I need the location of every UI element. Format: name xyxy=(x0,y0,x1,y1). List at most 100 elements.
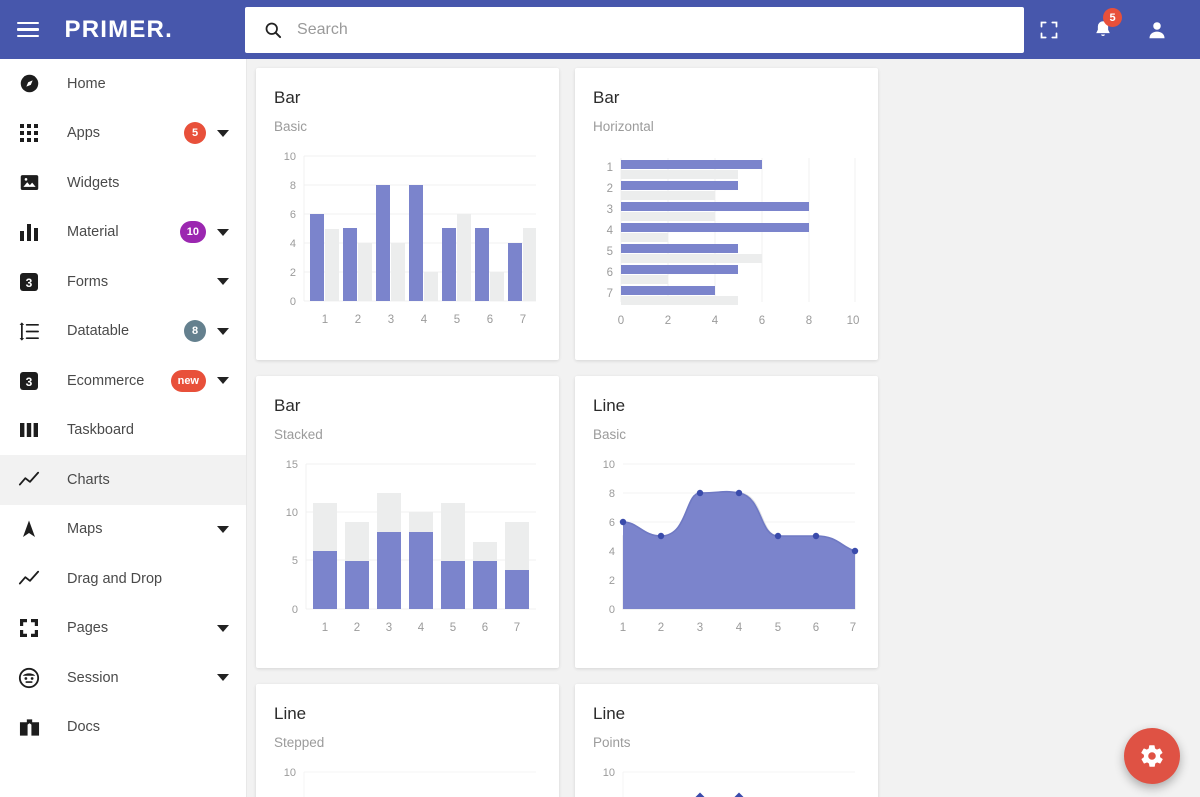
hamburger-menu-icon[interactable] xyxy=(0,0,57,59)
charts-main-content: Bar Basic 1086 420 xyxy=(247,59,1200,797)
sidebar-item-taskboard[interactable]: Taskboard xyxy=(0,406,246,456)
sidebar-item-docs[interactable]: Docs xyxy=(0,703,246,753)
top-header: PRIMER. 5 xyxy=(0,0,1200,59)
svg-text:10: 10 xyxy=(286,507,298,519)
svg-text:3: 3 xyxy=(26,375,33,389)
svg-text:2: 2 xyxy=(658,622,664,634)
bar-stacked-chart[interactable]: 151050 xyxy=(274,452,541,647)
svg-text:4: 4 xyxy=(607,225,614,237)
sidebar-item-session[interactable]: Session xyxy=(0,653,246,703)
notifications-button[interactable]: 5 xyxy=(1078,0,1128,59)
card-subtitle: Stepped xyxy=(274,735,541,750)
svg-text:3: 3 xyxy=(386,622,392,634)
svg-text:0: 0 xyxy=(292,604,298,616)
line-points-chart[interactable]: 1086 420 xyxy=(593,760,860,797)
card-subtitle: Horizontal xyxy=(593,119,860,134)
card-subtitle: Points xyxy=(593,735,860,750)
sidebar-item-label: Session xyxy=(67,670,216,686)
sidebar-item-label: Taskboard xyxy=(67,422,230,438)
sidebar-item-label: Pages xyxy=(67,620,216,636)
svg-text:5: 5 xyxy=(450,622,456,634)
svg-text:10: 10 xyxy=(603,767,615,779)
list-lines-icon xyxy=(14,321,44,342)
sidebar-item-label: Ecommerce xyxy=(67,373,171,389)
settings-fab-button[interactable] xyxy=(1124,728,1180,784)
sidebar-item-label: Charts xyxy=(67,472,230,488)
grid-apps-icon xyxy=(14,123,44,143)
chevron-down-icon[interactable] xyxy=(216,229,230,236)
brand-logo[interactable]: PRIMER. xyxy=(65,16,241,44)
line-chart-icon xyxy=(14,469,44,491)
svg-text:4: 4 xyxy=(609,546,615,558)
svg-text:4: 4 xyxy=(736,622,743,634)
form-number-icon: 3 xyxy=(14,272,44,292)
line-stepped-chart[interactable]: 1086 420 xyxy=(274,760,541,797)
user-avatar-icon[interactable] xyxy=(1132,0,1182,59)
notification-badge: 5 xyxy=(1103,8,1122,27)
svg-text:3: 3 xyxy=(697,622,703,634)
columns-icon xyxy=(14,420,44,440)
sidebar-item-charts[interactable]: Charts xyxy=(0,455,246,505)
sidebar-item-ecommerce[interactable]: 3 Ecommerce new xyxy=(0,356,246,406)
line-basic-chart[interactable]: 1086 420 xyxy=(593,452,860,647)
svg-text:0: 0 xyxy=(618,315,624,327)
chart-card-bar-basic: Bar Basic 1086 420 xyxy=(256,68,559,360)
search-icon xyxy=(263,20,283,40)
svg-text:10: 10 xyxy=(284,767,296,779)
svg-text:6: 6 xyxy=(482,622,488,634)
app-root: PRIMER. 5 xyxy=(0,0,1200,797)
chevron-down-icon[interactable] xyxy=(216,130,230,137)
search-bar[interactable] xyxy=(245,7,1024,53)
sidebar-item-pages[interactable]: Pages xyxy=(0,604,246,654)
compass-icon xyxy=(14,73,44,94)
sidebar-item-drag-and-drop[interactable]: Drag and Drop xyxy=(0,554,246,604)
bar-basic-chart[interactable]: 1086 420 xyxy=(274,144,541,339)
svg-text:6: 6 xyxy=(759,315,765,327)
sidebar-item-material[interactable]: Material 10 xyxy=(0,208,246,258)
svg-text:4: 4 xyxy=(712,315,719,327)
chevron-down-icon[interactable] xyxy=(216,278,230,285)
svg-text:8: 8 xyxy=(806,315,812,327)
svg-text:0: 0 xyxy=(290,296,296,308)
sidebar-item-maps[interactable]: Maps xyxy=(0,505,246,555)
image-icon xyxy=(14,172,44,193)
chevron-down-icon[interactable] xyxy=(216,328,230,335)
sidebar-badge: 5 xyxy=(184,122,206,144)
card-title: Line xyxy=(274,704,541,724)
chart-card-line-points: Line Points 1086 420 xyxy=(575,684,878,797)
chart-card-line-stepped: Line Stepped 1086 420 xyxy=(256,684,559,797)
sidebar-item-widgets[interactable]: Widgets xyxy=(0,158,246,208)
card-title: Line xyxy=(593,396,860,416)
chart-card-bar-stacked: Bar Stacked 151050 xyxy=(256,376,559,668)
sidebar-item-label: Maps xyxy=(67,521,216,537)
chevron-down-icon[interactable] xyxy=(216,674,230,681)
svg-text:5: 5 xyxy=(607,246,613,258)
sidebar-item-datatable[interactable]: Datatable 8 xyxy=(0,307,246,357)
chevron-down-icon[interactable] xyxy=(216,377,230,384)
sidebar-item-forms[interactable]: 3 Forms xyxy=(0,257,246,307)
card-title: Bar xyxy=(274,88,541,108)
chevron-down-icon[interactable] xyxy=(216,526,230,533)
search-input[interactable] xyxy=(297,7,1006,53)
bar-chart-icon xyxy=(14,222,44,242)
svg-text:6: 6 xyxy=(813,622,819,634)
svg-text:1: 1 xyxy=(322,314,328,326)
card-subtitle: Stacked xyxy=(274,427,541,442)
bar-horizontal-chart[interactable]: 1234 567 xyxy=(593,144,860,339)
sidebar-item-label: Material xyxy=(67,224,180,240)
sidebar-item-label: Drag and Drop xyxy=(67,571,230,587)
fullscreen-icon[interactable] xyxy=(1024,0,1074,59)
sidebar-badge: new xyxy=(171,370,206,392)
sidebar-item-home[interactable]: Home xyxy=(0,59,246,109)
chevron-down-icon[interactable] xyxy=(216,625,230,632)
sidebar-badge: 8 xyxy=(184,320,206,342)
svg-text:7: 7 xyxy=(520,314,526,326)
svg-text:4: 4 xyxy=(421,314,428,326)
charts-grid: Bar Basic 1086 420 xyxy=(256,68,1191,797)
sidebar-item-apps[interactable]: Apps 5 xyxy=(0,109,246,159)
svg-text:10: 10 xyxy=(603,459,615,471)
svg-text:6: 6 xyxy=(487,314,493,326)
fullscreen-corners-icon xyxy=(14,618,44,638)
svg-text:7: 7 xyxy=(607,288,613,300)
svg-text:0: 0 xyxy=(609,604,615,616)
